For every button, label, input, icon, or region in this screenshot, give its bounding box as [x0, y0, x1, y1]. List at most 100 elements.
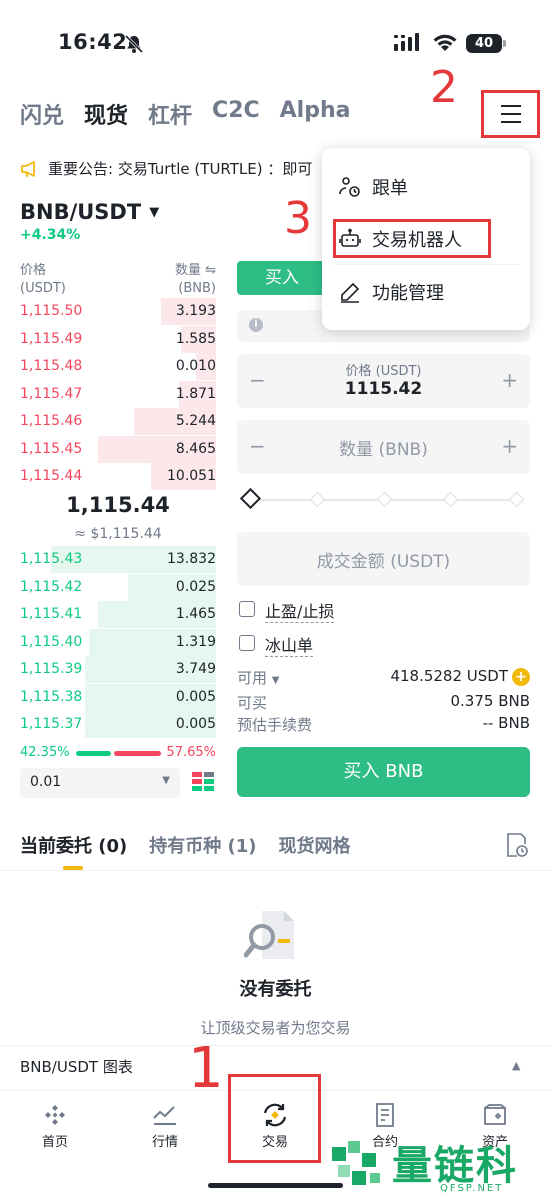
iceberg-label[interactable]: 冰山单: [265, 632, 314, 657]
quantity-placeholder: 数量 (BNB): [339, 440, 428, 460]
ask-row[interactable]: 1,115.46 5.244: [20, 408, 216, 435]
wifi-icon: [433, 34, 457, 51]
tp-sl-label[interactable]: 止盈/止损: [265, 598, 335, 623]
order-history-icon[interactable]: [505, 832, 529, 858]
slider-step-75[interactable]: [442, 491, 459, 508]
annotation-step-2: 2: [430, 62, 458, 113]
amount-slider-handle[interactable]: [239, 487, 262, 510]
nav-markets[interactable]: 行情: [110, 1091, 220, 1150]
row-quantity: 5.244: [175, 413, 216, 429]
pencil-edit-icon: [341, 282, 360, 303]
price-header-label: 价格: [20, 263, 47, 278]
tab-open-orders[interactable]: 当前委托 (0): [20, 832, 127, 858]
bid-row[interactable]: 1,115.40 1.319: [20, 628, 216, 656]
tab-holdings[interactable]: 持有币种 (1): [149, 832, 256, 858]
price-input-label: 价格 (USDT): [345, 364, 422, 379]
slider-step-25[interactable]: [309, 491, 326, 508]
announcement-bar[interactable]: 重要公告: 交易Turtle (TURTLE) ：即可: [20, 158, 330, 179]
megaphone-icon: [21, 160, 35, 177]
last-price: 1,115.44: [66, 493, 170, 517]
ask-row[interactable]: 1,115.45 8.465: [20, 435, 216, 463]
ask-row[interactable]: 1,115.49 1.585: [20, 325, 216, 353]
tab-c2c[interactable]: C2C: [212, 98, 260, 130]
buy-ratio-bar: [76, 751, 111, 756]
orderbook-layout-icon[interactable]: [191, 770, 215, 794]
annotation-highlight-trade: [228, 1074, 321, 1163]
qty-header-label: 数量 ⇋: [174, 263, 216, 278]
tp-sl-checkbox[interactable]: [239, 601, 255, 617]
row-quantity: 10.051: [167, 468, 216, 484]
row-price: 1,115.46: [20, 413, 83, 429]
wallet-icon: [484, 1104, 506, 1125]
cellular-signal-icon: [394, 33, 419, 51]
menu-icon-line: [500, 113, 521, 115]
menu-item-feature-management[interactable]: 功能管理: [322, 266, 530, 318]
menu-item-copy-trading[interactable]: 跟单: [322, 161, 530, 213]
row-price: 1,115.39: [20, 661, 83, 677]
info-icon[interactable]: i: [249, 318, 263, 332]
ask-row[interactable]: 1,115.50 3.193: [20, 298, 216, 325]
available-value-wrap: 418.5282 USDT +: [390, 667, 530, 686]
tab-alpha[interactable]: Alpha: [280, 98, 351, 130]
fee-value: -- BNB: [482, 714, 530, 732]
price-header-unit: (USDT): [20, 281, 66, 296]
can-buy-label: 可买: [237, 694, 268, 712]
bid-row[interactable]: 1,115.38 0.005: [20, 683, 216, 711]
price-input[interactable]: − 价格 (USDT) 1115.42 +: [237, 354, 530, 408]
bid-row[interactable]: 1,115.42 0.025: [20, 573, 216, 601]
orderbook-qty-header[interactable]: 数量 ⇋ (BNB): [150, 262, 216, 298]
sell-ratio: 57.65%: [166, 745, 216, 760]
bid-row[interactable]: 1,115.41 1.465: [20, 601, 216, 628]
annotation-step-3: 3: [284, 193, 312, 244]
annotation-highlight-trading-bots: [333, 219, 491, 258]
row-price: 1,115.48: [20, 358, 83, 374]
chart-toggle-label[interactable]: BNB/USDT 图表: [20, 1056, 133, 1077]
watermark-subtext: QFSP.NET: [440, 1183, 504, 1194]
row-quantity: 0.010: [175, 358, 216, 374]
pair-selector[interactable]: BNB/USDT ▼: [20, 200, 159, 224]
battery-indicator: 40: [466, 34, 502, 53]
ask-row[interactable]: 1,115.48 0.010: [20, 353, 216, 380]
ask-row[interactable]: 1,115.47 1.871: [20, 380, 216, 408]
tab-margin[interactable]: 杠杆: [148, 98, 192, 130]
pair-symbol: BNB/USDT: [20, 200, 142, 224]
status-time: 16:42: [58, 30, 128, 54]
empty-state-subtitle[interactable]: 让顶级交易者为您交易: [0, 1017, 551, 1038]
menu-divider: [334, 264, 518, 265]
ask-row[interactable]: 1,115.44 10.051: [20, 463, 216, 490]
can-buy-row: 可买 0.375 BNB: [237, 692, 530, 712]
qty-increase-button[interactable]: +: [501, 434, 518, 458]
bid-row[interactable]: 1,115.39 3.749: [20, 656, 216, 683]
nav-home[interactable]: 首页: [0, 1091, 110, 1150]
available-label[interactable]: 可用 ▼: [237, 667, 280, 688]
menu-icon-line: [500, 105, 521, 107]
caret-up-icon[interactable]: ▲: [512, 1059, 520, 1072]
iceberg-checkbox[interactable]: [239, 635, 255, 651]
slider-step-100[interactable]: [508, 491, 525, 508]
buy-side-tab[interactable]: 买入: [237, 261, 327, 295]
tab-spot-grid[interactable]: 现货网格: [279, 832, 351, 858]
slider-step-50[interactable]: [376, 491, 393, 508]
bid-row[interactable]: 1,115.43 13.832: [20, 546, 216, 573]
depth-precision-select[interactable]: 0.01 ▼: [20, 768, 180, 798]
row-price: 1,115.43: [20, 551, 83, 567]
copy-trading-icon: [339, 177, 360, 197]
quantity-input[interactable]: − 数量 (BNB) +: [237, 420, 530, 474]
total-input[interactable]: 成交金额 (USDT): [237, 532, 530, 586]
menu-button[interactable]: [481, 90, 540, 138]
total-placeholder: 成交金额 (USDT): [316, 552, 451, 572]
bid-row[interactable]: 1,115.37 0.005: [20, 711, 216, 738]
fee-label: 预估手续费: [237, 716, 313, 734]
row-price: 1,115.44: [20, 468, 83, 484]
tab-spot[interactable]: 现货: [84, 98, 128, 130]
available-row: 可用 ▼ 418.5282 USDT +: [237, 667, 530, 687]
buy-bnb-button[interactable]: 买入 BNB: [237, 747, 530, 797]
tab-convert[interactable]: 闪兑: [20, 98, 64, 130]
fee-row: 预估手续费 -- BNB: [237, 714, 530, 734]
row-quantity: 0.025: [175, 578, 216, 595]
row-quantity: 1.465: [175, 606, 216, 622]
available-value: 418.5282 USDT: [390, 667, 508, 685]
price-increase-button[interactable]: +: [501, 368, 518, 392]
deposit-plus-icon[interactable]: +: [512, 667, 530, 686]
empty-document-search-icon: [244, 911, 294, 959]
